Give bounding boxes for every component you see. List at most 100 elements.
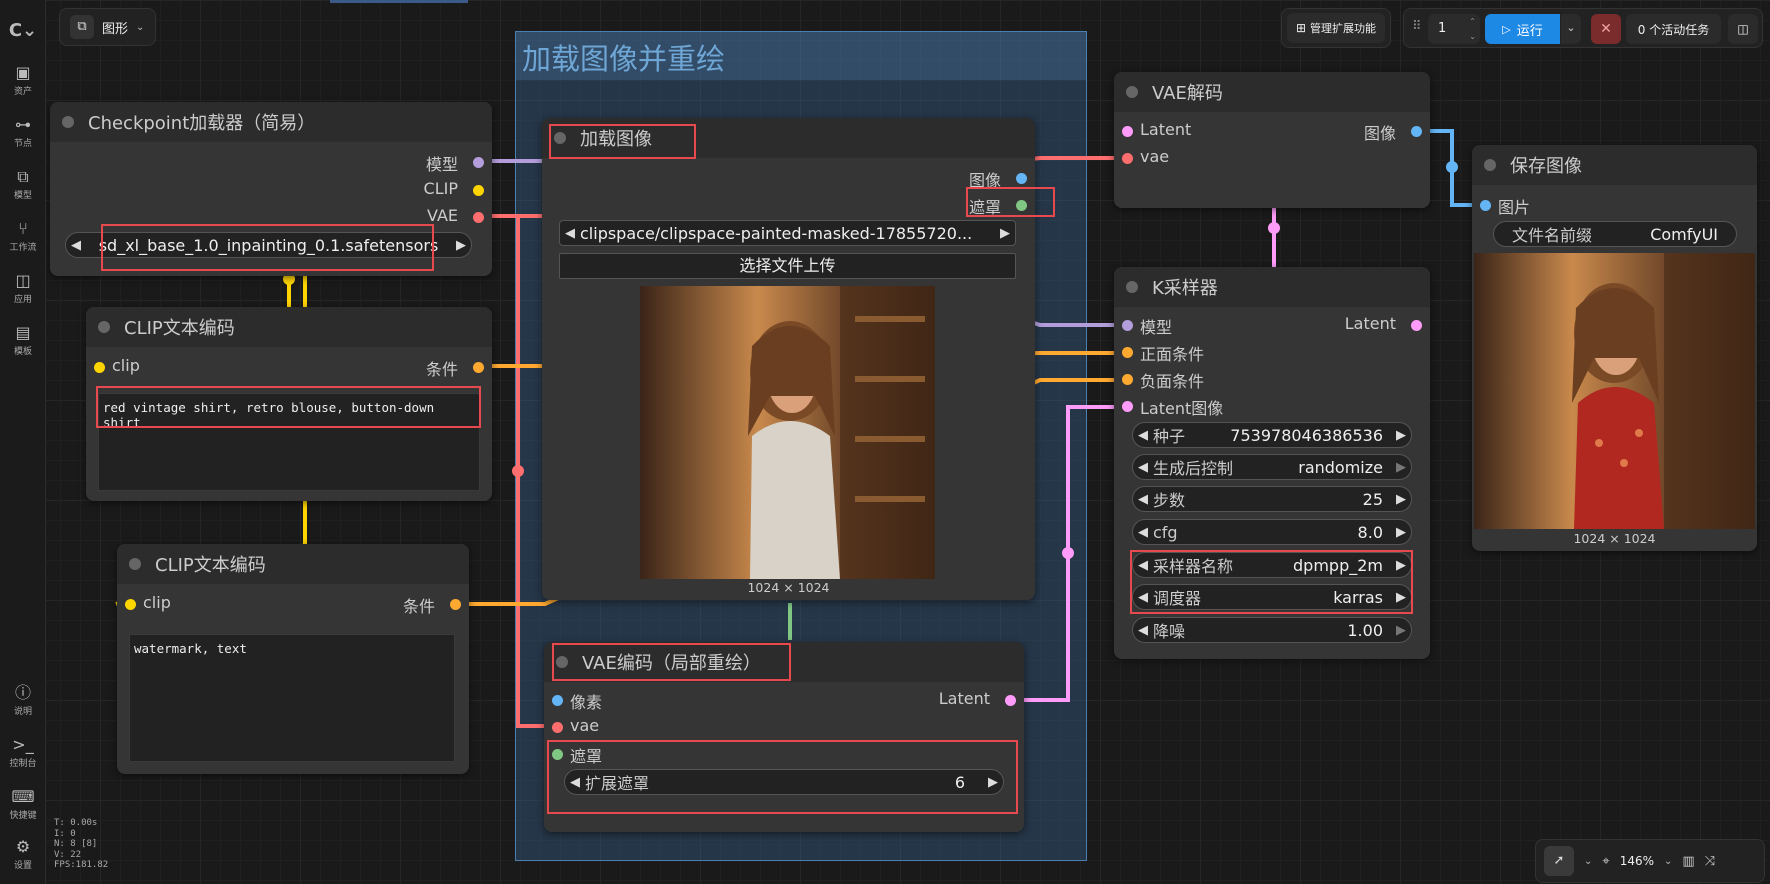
minimap-icon[interactable]: ▥ [1682,854,1694,869]
input-vae-slot[interactable] [552,722,563,733]
increment-arrow-icon[interactable]: ▶ [983,775,1003,790]
prompt-textarea[interactable]: watermark, text [129,634,455,762]
upload-button[interactable]: 选择文件上传 [559,253,1016,279]
input-images-slot[interactable] [1480,200,1491,211]
select-tool-button[interactable]: ➚ [1544,846,1574,876]
decrement-arrow-icon[interactable]: ◀ [1133,492,1153,507]
input-pixels-slot[interactable] [552,695,563,706]
node-vae-encode-inpaint[interactable]: VAE编码（局部重绘） 像素 vae 遮罩 Latent ◀ 扩展遮罩 6 ▶ [544,642,1024,832]
next-arrow-icon[interactable]: ▶ [1391,460,1411,475]
sidebar-item-assets[interactable]: ▣ 资产 [0,64,46,98]
sidebar-item-shortcuts[interactable]: ⌨ 快捷键 [0,788,46,822]
output-model-slot[interactable] [473,157,484,168]
input-model-slot[interactable] [1122,320,1133,331]
manage-extensions-button[interactable]: ⊞ 管理扩展功能 [1287,13,1385,43]
decrement-arrow-icon[interactable]: ◀ [1133,623,1153,638]
input-negative-slot[interactable] [1122,374,1133,385]
node-title-bar[interactable]: CLIP文本编码 [117,544,469,584]
collapse-dot[interactable] [556,656,568,668]
collapse-dot[interactable] [62,116,74,128]
node-ksampler[interactable]: K采样器 模型 正面条件 负面条件 Latent图像 Latent ◀ 种子 753… [1114,267,1430,659]
chevron-down-icon[interactable]: ⌄ [1664,856,1672,867]
grow-mask-stepper[interactable]: ◀ 扩展遮罩 6 ▶ [564,769,1004,795]
input-positive-slot[interactable] [1122,347,1133,358]
input-mask-slot[interactable] [552,749,563,760]
prompt-textarea[interactable]: red vintage shirt, retro blouse, button-… [98,393,480,491]
sidebar-item-console[interactable]: >_ 控制台 [0,736,46,770]
node-title-bar[interactable]: Checkpoint加载器（简易） [50,102,492,142]
prev-arrow-icon[interactable]: ◀ [1133,590,1153,605]
active-tasks-button[interactable]: 0 个活动任务 [1626,14,1721,44]
sidebar-item-workflows[interactable]: ⑂ 工作流 [0,220,46,254]
denoise-stepper[interactable]: ◀ 降噪 1.00 ▶ [1132,617,1412,643]
output-image-slot[interactable] [1016,173,1027,184]
comfy-logo[interactable]: C⌄ [0,20,46,41]
node-title-bar[interactable]: CLIP文本编码 [86,307,492,347]
seed-stepper[interactable]: ◀ 种子 753978046386536 ▶ [1132,422,1412,448]
next-arrow-icon[interactable]: ▶ [1391,590,1411,605]
run-options-dropdown[interactable]: ⌄ [1561,14,1581,44]
node-title-bar[interactable]: VAE编码（局部重绘） [544,642,1024,682]
increment-arrow-icon[interactable]: ▶ [1391,492,1411,507]
node-title-bar[interactable]: K采样器 [1114,267,1430,307]
node-load-image[interactable]: 加载图像 图像 遮罩 ◀ clipspace/clipspace-painted… [542,118,1035,600]
cfg-stepper[interactable]: ◀ cfg 8.0 ▶ [1132,519,1412,545]
sidebar-item-models[interactable]: ⧉ 模型 [0,168,46,202]
prev-arrow-icon[interactable]: ◀ [66,238,86,253]
node-title-bar[interactable]: 加载图像 [542,118,1035,158]
node-vae-decode[interactable]: VAE解码 Latent vae 图像 [1114,72,1430,208]
node-title-bar[interactable]: VAE解码 [1114,72,1430,112]
scheduler-combo[interactable]: ◀ 调度器 karras ▶ [1132,584,1412,610]
next-arrow-icon[interactable]: ▶ [451,238,471,253]
node-save-image[interactable]: 保存图像 图片 文件名前缀 ComfyUI 1024 × 1024 [1472,145,1757,551]
output-vae-slot[interactable] [473,212,484,223]
output-latent-slot[interactable] [1411,320,1422,331]
next-arrow-icon[interactable]: ▶ [995,226,1015,241]
increment-arrow-icon[interactable]: ▶ [1391,623,1411,638]
output-image-slot[interactable] [1411,126,1422,137]
increment-arrow-icon[interactable]: ▶ [1391,525,1411,540]
output-conditioning-slot[interactable] [450,599,461,610]
output-mask-slot[interactable] [1016,200,1027,211]
collapse-dot[interactable] [129,558,141,570]
chevron-down-icon[interactable]: ⌄ [1584,856,1592,867]
image-path-combo[interactable]: ◀ clipspace/clipspace-painted-masked-178… [559,220,1016,246]
output-conditioning-slot[interactable] [473,362,484,373]
input-clip-slot[interactable] [125,599,136,610]
node-clip-text-negative[interactable]: CLIP文本编码 clip 条件 watermark, text [117,544,469,774]
input-latent-slot[interactable] [1122,126,1133,137]
next-arrow-icon[interactable]: ▶ [1391,558,1411,573]
output-latent-slot[interactable] [1005,695,1016,706]
sidebar-item-apps[interactable]: ◫ 应用 [0,272,46,306]
node-title-bar[interactable]: 保存图像 [1472,145,1757,185]
zoom-level[interactable]: 146% [1620,854,1654,868]
stepper-icon[interactable]: ⌃ ⌄ [1469,14,1476,44]
input-clip-slot[interactable] [94,362,105,373]
ckpt-name-combo[interactable]: ◀ sd_xl_base_1.0_inpainting_0.1.safetens… [65,232,472,258]
output-clip-slot[interactable] [473,185,484,196]
steps-stepper[interactable]: ◀ 步数 25 ▶ [1132,486,1412,512]
sidebar-item-help[interactable]: ⓘ 说明 [0,684,46,718]
control-after-generate-combo[interactable]: ◀ 生成后控制 randomize ▶ [1132,454,1412,480]
prev-arrow-icon[interactable]: ◀ [560,226,580,241]
collapse-dot[interactable] [1484,159,1496,171]
decrement-arrow-icon[interactable]: ◀ [1133,428,1153,443]
input-latent-image-slot[interactable] [1122,401,1133,412]
collapse-dot[interactable] [1126,86,1138,98]
link-visibility-icon[interactable]: ⤨ [1705,854,1715,869]
sidebar-item-templates[interactable]: ▤ 模板 [0,324,46,358]
collapse-dot[interactable] [1126,281,1138,293]
decrement-arrow-icon[interactable]: ◀ [565,775,585,790]
drag-handle-icon[interactable]: ⠿ [1412,19,1422,34]
sampler-name-combo[interactable]: ◀ 采样器名称 dpmpp_2m ▶ [1132,552,1412,578]
filename-prefix-field[interactable]: 文件名前缀 ComfyUI [1493,221,1737,247]
sidebar-item-nodes[interactable]: ⊶ 节点 [0,116,46,150]
collapse-dot[interactable] [98,321,110,333]
sidebar-item-settings[interactable]: ⚙ 设置 [0,838,46,872]
prev-arrow-icon[interactable]: ◀ [1133,558,1153,573]
toggle-panel-button[interactable]: ◫ [1728,14,1758,44]
node-checkpoint-loader[interactable]: Checkpoint加载器（简易） 模型 CLIP VAE ◀ sd_xl_ba… [50,102,492,276]
queue-count-input[interactable]: 1 ⌃ ⌄ [1428,14,1480,44]
decrement-arrow-icon[interactable]: ◀ [1133,525,1153,540]
node-clip-text-positive[interactable]: CLIP文本编码 clip 条件 red vintage shirt, retr… [86,307,492,501]
